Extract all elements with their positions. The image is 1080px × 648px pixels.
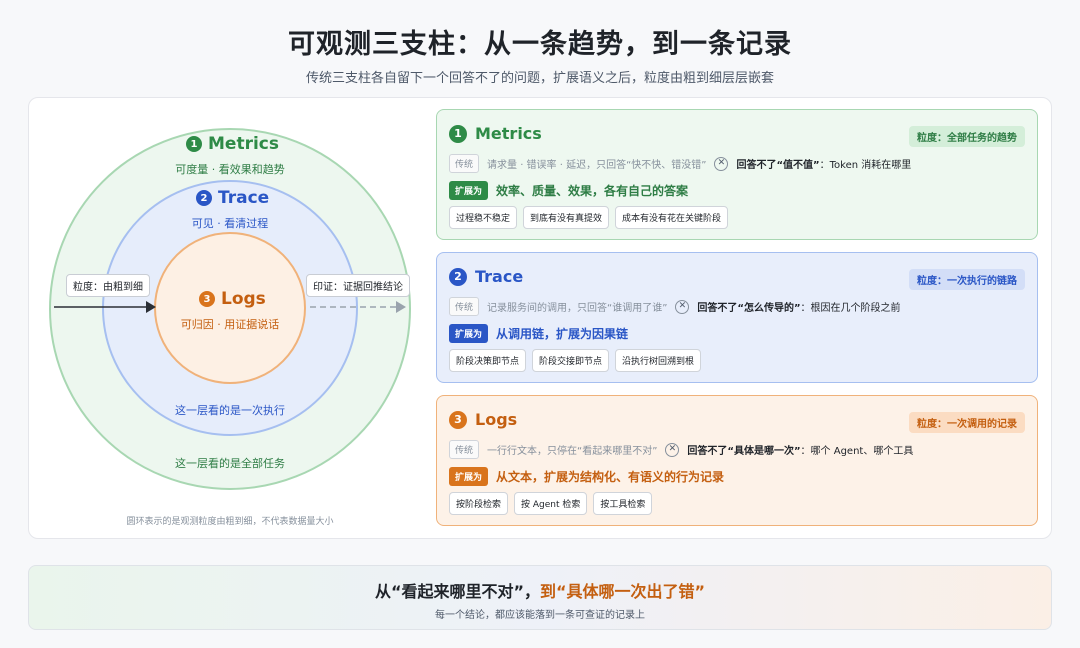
- unanswered-question-rest: ：根因在几个阶段之前: [800, 303, 901, 314]
- expand-text: 从文本，扩展为结构化、有语义的行为记录: [496, 470, 725, 484]
- logs-ring-sub: 可归因 · 用证据说话: [180, 318, 280, 331]
- trace-ring-label: 2 Trace: [196, 188, 269, 208]
- expand-row: 扩展为 从文本，扩展为结构化、有语义的行为记录: [449, 467, 724, 486]
- question-pill: 阶段交接即节点: [532, 349, 610, 372]
- pill-row: 按阶段检索 按 Agent 检索 按工具检索: [449, 492, 653, 515]
- number-badge: 2: [449, 267, 467, 286]
- unanswered-question: 回答不了“值不值”：Token 消耗在哪里: [736, 156, 911, 171]
- granularity-arrows: [54, 301, 406, 313]
- pill-row: 过程稳不稳定 到底有没有真提效 成本有没有花在关键阶段: [449, 206, 729, 229]
- unanswered-question-prefix: 回答不了“值不值”: [736, 160, 820, 171]
- metrics-panel: 1 Metrics 粒度：全部任务的趋势 传统 请求量 · 错误率 · 延迟，只…: [436, 109, 1038, 240]
- logs-panel: 3 Logs 粒度：一次调用的记录 传统 一行行文本，只停在“看起来哪里不对” …: [436, 395, 1038, 526]
- granularity-badge: 粒度：全部任务的趋势: [909, 126, 1025, 147]
- panel-header: 2 Trace: [449, 267, 523, 286]
- expand-row: 扩展为 效率、质量、效果，各有自己的答案: [449, 181, 688, 200]
- number-badge: 2: [196, 190, 212, 206]
- question-pill: 阶段决策即节点: [449, 349, 527, 372]
- metrics-ring-sub: 可度量 · 看效果和趋势: [175, 163, 285, 176]
- unanswered-question-prefix: 回答不了“具体是哪一次”: [687, 446, 801, 457]
- unanswered-question: 回答不了“具体是哪一次”：哪个 Agent、哪个工具: [687, 442, 913, 457]
- metrics-ring-name: Metrics: [208, 134, 279, 154]
- legacy-text: 记录服务间的调用，只回答“谁调用了谁”: [487, 303, 668, 314]
- number-badge: 3: [449, 410, 467, 429]
- panel-header: 3 Logs: [449, 410, 517, 429]
- coarse-to-fine-arrowhead: [146, 301, 156, 313]
- unanswered-question-rest: ：哪个 Agent、哪个工具: [800, 446, 914, 457]
- ring-footnote: 圆环表示的是观测粒度由粗到细，不代表数据量大小: [126, 517, 334, 527]
- question-pill: 到底有没有真提效: [523, 206, 610, 229]
- expand-row: 扩展为 从调用链，扩展为因果链: [449, 324, 628, 343]
- unanswered-question-prefix: 回答不了“怎么传导的”: [697, 303, 801, 314]
- trace-ring-name: Trace: [218, 188, 270, 208]
- legacy-chip: 传统: [449, 440, 480, 459]
- granularity-badge: 粒度：一次调用的记录: [909, 412, 1025, 433]
- panel-title: Metrics: [475, 124, 542, 143]
- question-pill: 沿执行树回溯到根: [615, 349, 702, 372]
- question-pill: 成本有没有花在关键阶段: [615, 206, 729, 229]
- page-title: 可观测三支柱：从一条趋势，到一条记录: [288, 29, 792, 60]
- close-icon: ✕: [675, 299, 690, 314]
- number-badge: 1: [449, 124, 467, 143]
- trace-scope-label: 这一层看的是一次执行: [175, 404, 285, 417]
- banner-from: 从“看起来哪里不对”，: [374, 582, 540, 601]
- banner-headline: 从“看起来哪里不对”，到“具体哪一次出了错”: [29, 578, 1051, 602]
- unanswered-question: 回答不了“怎么传导的”：根因在几个阶段之前: [697, 299, 900, 314]
- legacy-text: 一行行文本，只停在“看起来哪里不对”: [487, 446, 658, 457]
- granularity-tag: 粒度：由粗到细: [66, 274, 150, 297]
- expand-chip: 扩展为: [449, 324, 489, 343]
- legacy-text: 请求量 · 错误率 · 延迟，只回答“快不快、错没错”: [487, 160, 707, 171]
- evidence-tag: 印证：证据回推结论: [306, 274, 410, 297]
- expand-text: 效率、质量、效果，各有自己的答案: [496, 184, 689, 198]
- legacy-chip: 传统: [449, 154, 480, 173]
- legacy-row: 传统 一行行文本，只停在“看起来哪里不对” ✕ 回答不了“具体是哪一次”：哪个 …: [449, 440, 913, 459]
- conclusion-banner: 从“看起来哪里不对”，到“具体哪一次出了错” 每一个结论，都应该能落到一条可查证…: [28, 565, 1052, 630]
- granularity-badge: 粒度：一次执行的链路: [909, 269, 1025, 290]
- expand-chip: 扩展为: [449, 467, 489, 486]
- trace-ring-sub: 可见 · 看清过程: [191, 217, 269, 230]
- metrics-scope-label: 这一层看的是全部任务: [175, 457, 285, 470]
- question-pill: 按 Agent 检索: [514, 492, 588, 515]
- metrics-ring-label: 1 Metrics: [186, 134, 279, 154]
- banner-subtext: 每一个结论，都应该能落到一条可查证的记录上: [435, 610, 645, 621]
- trace-panel: 2 Trace 粒度：一次执行的链路 传统 记录服务间的调用，只回答“谁调用了谁…: [436, 252, 1038, 383]
- pill-row: 阶段决策即节点 阶段交接即节点 沿执行树回溯到根: [449, 349, 702, 372]
- close-icon: ✕: [665, 442, 680, 457]
- unanswered-question-rest: ：Token 消耗在哪里: [819, 160, 912, 171]
- panel-title: Trace: [475, 267, 524, 286]
- legacy-chip: 传统: [449, 297, 480, 316]
- legacy-row: 传统 请求量 · 错误率 · 延迟，只回答“快不快、错没错” ✕ 回答不了“值不…: [449, 154, 911, 173]
- question-pill: 过程稳不稳定: [449, 206, 518, 229]
- evidence-arrowhead: [396, 301, 406, 313]
- legacy-row: 传统 记录服务间的调用，只回答“谁调用了谁” ✕ 回答不了“怎么传导的”：根因在…: [449, 297, 901, 316]
- expand-chip: 扩展为: [449, 181, 489, 200]
- close-icon: ✕: [714, 156, 729, 171]
- number-badge: 1: [186, 136, 202, 152]
- panel-title: Logs: [475, 410, 518, 429]
- banner-to: 到“具体哪一次出了错”: [540, 582, 706, 601]
- page-subtitle: 传统三支柱各自留下一个回答不了的问题，扩展语义之后，粒度由粗到细层层嵌套: [305, 71, 774, 86]
- question-pill: 按阶段检索: [449, 492, 509, 515]
- panel-header: 1 Metrics: [449, 124, 542, 143]
- question-pill: 按工具检索: [593, 492, 653, 515]
- expand-text: 从调用链，扩展为因果链: [496, 327, 629, 341]
